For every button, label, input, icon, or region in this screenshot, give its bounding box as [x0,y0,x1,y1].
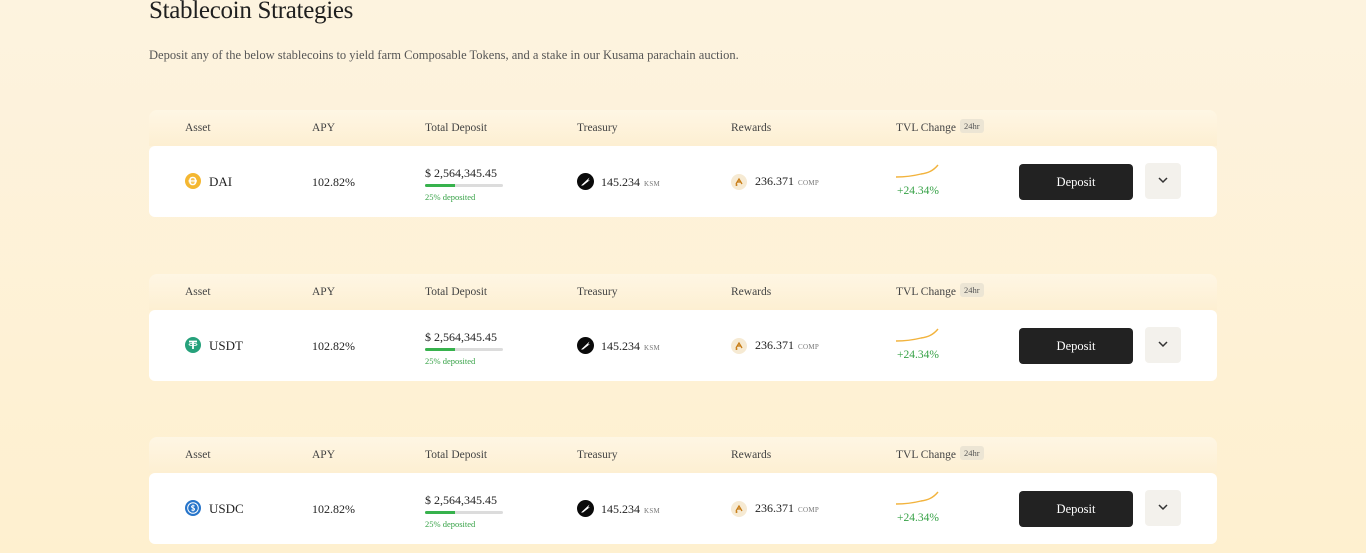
treasury-value: 145.234 KSM [601,502,660,517]
tvl-change-value: +24.34% [897,349,939,361]
deposited-label: 25% deposited [425,192,476,202]
tvl-change-value: +24.34% [897,185,939,197]
card-header: Asset APY Total Deposit Treasury Rewards… [149,274,1217,310]
chevron-down-icon [1158,177,1168,184]
card-header: Asset APY Total Deposit Treasury Rewards… [149,437,1217,473]
deposit-progress-bar [425,511,503,514]
deposit-button[interactable]: Deposit [1019,328,1133,364]
strategy-row: USDT 102.82% $ 2,564,345.45 25% deposite… [149,310,1217,381]
dai-icon [185,173,201,189]
tvl-sparkline [895,491,939,505]
deposit-progress-bar [425,184,503,187]
treasury-unit: KSM [644,180,661,188]
chevron-down-icon [1158,341,1168,348]
deposited-label: 25% deposited [425,356,476,366]
col-treasury: Treasury [577,122,618,134]
treasury-unit: KSM [644,507,661,515]
tvl-period-badge: 24hr [960,283,984,297]
strategy-row: USDC 102.82% $ 2,564,345.45 25% deposite… [149,473,1217,544]
card-header: Asset APY Total Deposit Treasury Rewards… [149,110,1217,146]
treasury-value: 145.234 KSM [601,339,660,354]
col-apy: APY [312,286,336,298]
tvl-period-badge: 24hr [960,446,984,460]
col-treasury: Treasury [577,449,618,461]
reward-amount: 236.371 [755,174,794,188]
total-deposit-value: $ 2,564,345.45 [425,330,497,344]
tvl-change-value: +24.34% [897,512,939,524]
comp-icon [731,338,747,354]
treasury-amount: 145.234 [601,339,640,353]
col-total-deposit: Total Deposit [425,122,488,134]
reward-amount: 236.371 [755,501,794,515]
expand-button[interactable] [1145,163,1181,199]
col-asset: Asset [185,449,211,461]
reward-unit: COMP [798,179,820,187]
deposit-progress-fill [425,184,455,187]
page: Stablecoin Strategies Deposit any of the… [0,0,1366,553]
deposit-progress-fill [425,511,455,514]
tvl-period-badge: 24hr [960,119,984,133]
treasury-value: 145.234 KSM [601,175,660,190]
reward-amount: 236.371 [755,338,794,352]
usdc-icon [185,500,201,516]
col-treasury: Treasury [577,286,618,298]
col-total-deposit: Total Deposit [425,449,488,461]
expand-button[interactable] [1145,490,1181,526]
deposit-progress-fill [425,348,455,351]
reward-value: 236.371 COMP [755,338,819,353]
deposit-button[interactable]: Deposit [1019,164,1133,200]
ksm-icon [577,337,594,354]
reward-unit: COMP [798,343,820,351]
col-rewards: Rewards [731,449,772,461]
col-rewards: Rewards [731,286,772,298]
chevron-down-icon [1158,504,1168,511]
expand-button[interactable] [1145,327,1181,363]
tvl-sparkline [895,164,939,178]
treasury-amount: 145.234 [601,502,640,516]
asset-name: DAI [209,174,233,189]
strategy-row: DAI 102.82% $ 2,564,345.45 25% deposited… [149,146,1217,217]
reward-value: 236.371 COMP [755,174,819,189]
ksm-icon [577,500,594,517]
col-tvl-change: TVL Change [896,122,956,134]
usdt-icon [185,337,201,353]
asset-name: USDT [209,338,243,353]
apy-value: 102.82% [312,502,355,516]
strategy-card-usdc: Asset APY Total Deposit Treasury Rewards… [149,437,1217,544]
col-apy: APY [312,122,336,134]
deposit-button[interactable]: Deposit [1019,491,1133,527]
apy-value: 102.82% [312,339,355,353]
col-apy: APY [312,449,336,461]
apy-value: 102.82% [312,175,355,189]
asset-name: USDC [209,501,244,516]
comp-icon [731,174,747,190]
col-tvl-change: TVL Change [896,286,956,298]
treasury-amount: 145.234 [601,175,640,189]
page-subtitle: Deposit any of the below stablecoins to … [149,48,739,62]
tvl-sparkline [895,328,939,342]
col-tvl-change: TVL Change [896,449,956,461]
reward-value: 236.371 COMP [755,501,819,516]
deposit-progress-bar [425,348,503,351]
col-asset: Asset [185,286,211,298]
reward-unit: COMP [798,506,820,514]
ksm-icon [577,173,594,190]
col-total-deposit: Total Deposit [425,286,488,298]
strategy-card-usdt: Asset APY Total Deposit Treasury Rewards… [149,274,1217,381]
total-deposit-value: $ 2,564,345.45 [425,166,497,180]
col-rewards: Rewards [731,122,772,134]
deposited-label: 25% deposited [425,519,476,529]
col-asset: Asset [185,122,211,134]
comp-icon [731,501,747,517]
page-title: Stablecoin Strategies [149,0,354,24]
strategy-card-dai: Asset APY Total Deposit Treasury Rewards… [149,110,1217,217]
treasury-unit: KSM [644,344,661,352]
total-deposit-value: $ 2,564,345.45 [425,493,497,507]
